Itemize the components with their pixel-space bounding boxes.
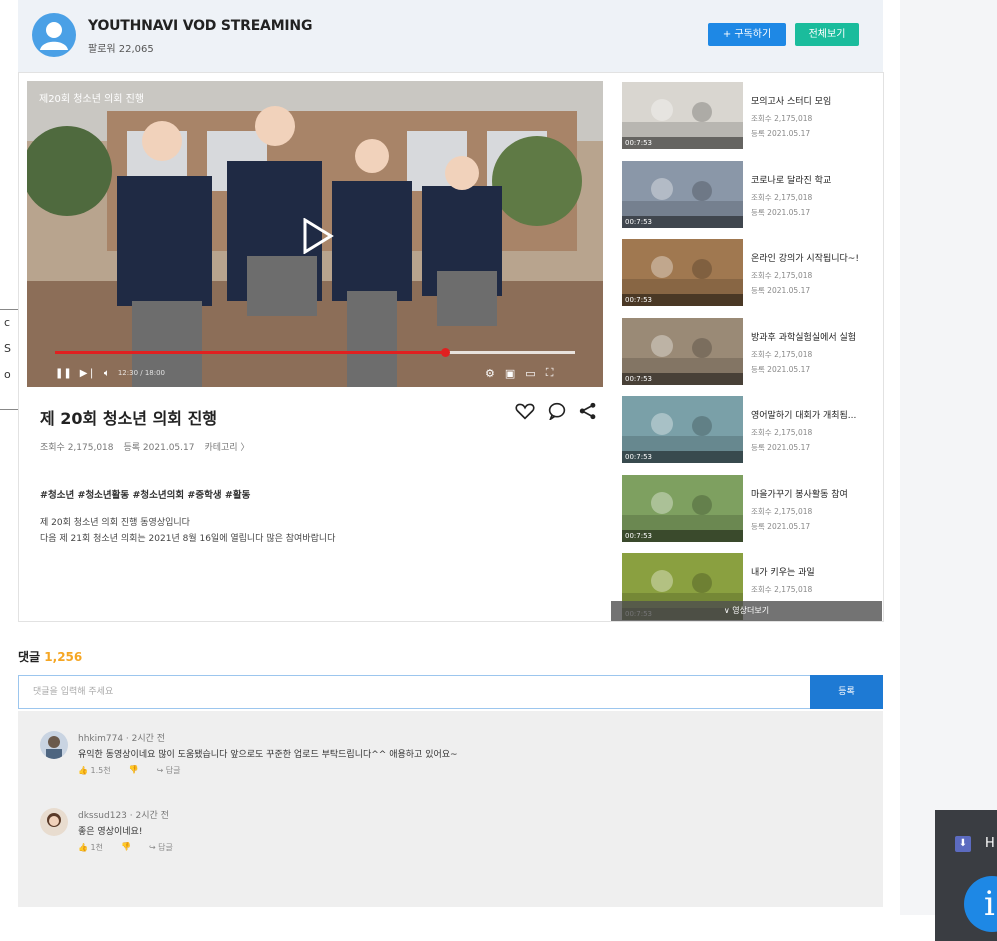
playlist-item-title[interactable]: 영어말하기 대회가 개최됨... (751, 408, 856, 421)
comment-actions: 👍 1.5천 👎 ↪ 답글 (78, 765, 181, 776)
video-actions (515, 402, 597, 420)
playlist-item-views: 조회수 2,175,018 (751, 114, 813, 123)
download-icon: ⬇ (955, 836, 971, 852)
playlist-item-title[interactable]: 모의고사 스터디 모임 (751, 94, 831, 107)
playlist-item[interactable]: 00:7:53 모의고사 스터디 모임조회수 2,175,018 등록 2021.0… (620, 80, 882, 152)
comment-input[interactable]: 댓글을 입력해 주세요 (18, 675, 810, 709)
upload-date: 등록 2021.05.17 (123, 443, 195, 453)
seek-bar[interactable] (55, 348, 575, 357)
download-toast[interactable]: ⬇ H i (935, 810, 997, 941)
playlist-thumbnail[interactable]: 00:7:53 (622, 317, 743, 385)
commenter-avatar (40, 731, 68, 759)
toast-text: H (985, 836, 995, 851)
playlist-item-date: 등록 2021.05.17 (751, 129, 811, 138)
hashtags[interactable]: #청소년 #청소년활동 #청소년의회 #중학생 #활동 (40, 487, 250, 501)
comment-reply-button[interactable]: ↪ 답글 (149, 842, 173, 853)
comment-count: 1,256 (44, 650, 83, 664)
playlist-item[interactable]: 00:7:53 방과후 과학실험실에서 실험조회수 2,175,018 등록 202… (620, 316, 882, 388)
playlist-item[interactable]: 00:7:53 코로나로 달라진 학교조회수 2,175,018 등록 2021.0… (620, 159, 882, 231)
seek-bar-handle[interactable] (441, 348, 450, 357)
playlist-thumbnail[interactable]: 00:7:53 (622, 82, 743, 149)
channel-avatar-icon (32, 13, 76, 57)
comment-dislike-button[interactable]: 👎 (129, 765, 139, 776)
time-display: 12:30 / 18:00 (117, 369, 165, 377)
category-link[interactable]: 카테고리 〉 (204, 440, 249, 453)
comment-dislike-button[interactable]: 👎 (121, 842, 131, 853)
share-icon[interactable] (579, 402, 597, 420)
video-player[interactable]: 제20회 청소년 의회 진행 ❚❚ ▶❘ 🔈︎ 12:30 / 18:00 ⚙ … (27, 81, 603, 387)
comment-actions: 👍 1천 👎 ↪ 답글 (78, 842, 173, 853)
playlist-item-title[interactable]: 방과후 과학실험실에서 실험 (751, 330, 856, 343)
playlist-item[interactable]: 00:7:53 영어말하기 대회가 개최됨... 조회수 2,175,018 등록 2… (620, 394, 882, 466)
video-duration: 00:7:53 (622, 137, 743, 149)
comment-like-button[interactable]: 👍 1천 (78, 842, 103, 853)
video-title: 제 20회 청소년 의회 진행 (40, 409, 218, 428)
playlist-item-views: 조회수 2,175,018 (751, 271, 813, 280)
comment-text: 좋은 영상이네요! (78, 827, 143, 837)
play-icon[interactable] (299, 217, 335, 255)
volume-icon[interactable]: 🔈︎ (104, 368, 110, 379)
comment-submit-button[interactable]: 등록 (810, 675, 883, 709)
follower-count: 팔로워 22,065 (88, 44, 154, 55)
player-controls-right: ⚙ ▣ ▭ ⛶ (485, 365, 553, 381)
description-line: 제 20회 청소년 의회 진행 동영상입니다 (40, 518, 190, 528)
playlist-item-date: 등록 2021.05.17 (751, 443, 811, 452)
comment-label: 댓글 (18, 650, 41, 664)
playlist-thumbnail[interactable]: 00:7:53 (622, 239, 743, 306)
playlist-item-date: 등록 2021.05.17 (751, 286, 811, 295)
player-controls-left: ❚❚ ▶❘ 🔈︎ 12:30 / 18:00 (55, 365, 165, 381)
playlist-item-title[interactable]: 마을가꾸기 봉사활동 참여 (751, 487, 848, 500)
playlist-item-date: 등록 2021.05.17 (751, 364, 811, 374)
comment-author[interactable]: hhkim774 · 2시간 전 (78, 731, 165, 744)
miniplayer-icon[interactable]: ▣ (505, 367, 515, 380)
comment-text: 유익한 동영상이네요 많이 도움됐습니다 앞으로도 꾸준한 업로드 부탁드립니다… (78, 750, 458, 760)
channel-header: YOUTHNAVI VOD STREAMING 팔로워 22,065 + 구독하… (18, 0, 883, 73)
playlist-item-title[interactable]: 코로나로 달라진 학교 (751, 173, 831, 186)
view-all-button[interactable]: 전체보기 (795, 23, 859, 46)
comment-header: 댓글 1,256 (18, 648, 82, 665)
playlist-item-views: 조회수 2,175,018 (751, 428, 813, 437)
playlist-thumbnail[interactable]: 00:7:53 (622, 474, 743, 542)
video-duration: 00:7:53 (622, 529, 743, 542)
right-side-panel (900, 0, 997, 915)
comment-author[interactable]: dkssud123 · 2시간 전 (78, 808, 169, 821)
more-videos-button[interactable]: ∨ 영상더보기 (611, 601, 882, 621)
playlist-item-views: 조회수 2,175,018 (751, 349, 813, 359)
playlist-item-date: 등록 2021.05.17 (751, 207, 811, 217)
video-meta: 조회수 2,175,018 등록 2021.05.17 카테고리 〉 (40, 440, 249, 453)
playlist-item-views: 조회수 2,175,018 (751, 585, 813, 594)
view-count: 조회수 2,175,018 (40, 443, 114, 453)
info-icon[interactable]: i (964, 876, 997, 932)
settings-icon[interactable]: ⚙ (485, 367, 495, 380)
playlist-item-title[interactable]: 내가 키우는 과일 (751, 565, 815, 578)
playlist-thumbnail[interactable]: 00:7:53 (622, 160, 743, 228)
comment-list: hhkim774 · 2시간 전 유익한 동영상이네요 많이 도움됐습니다 앞으… (18, 711, 883, 907)
commenter-avatar (40, 808, 68, 836)
playlist-item[interactable]: 00:7:53 마을가꾸기 봉사활동 참여조회수 2,175,018 등록 2021… (620, 473, 882, 545)
description-line: 다음 제 21회 청소년 의회는 2021년 8월 16일에 열립니다 많은 참… (40, 534, 336, 544)
video-duration: 00:7:53 (622, 294, 743, 306)
video-duration: 00:7:53 (622, 451, 743, 463)
video-duration: 00:7:53 (622, 372, 743, 385)
comment-icon[interactable] (547, 402, 567, 420)
channel-name: YOUTHNAVI VOD STREAMING (88, 18, 313, 34)
fullscreen-icon[interactable]: ⛶ (546, 366, 554, 380)
playlist-thumbnail[interactable]: 00:7:53 (622, 396, 743, 463)
comment-like-button[interactable]: 👍 1.5천 (78, 765, 111, 776)
playlist-item-title[interactable]: 온라인 강의가 시작됩니다~! (751, 251, 859, 264)
subscribe-button[interactable]: + 구독하기 (708, 23, 786, 46)
like-heart-icon[interactable] (515, 402, 535, 420)
pause-icon[interactable]: ❚❚ (55, 368, 72, 379)
playlist-item[interactable]: 00:7:53 온라인 강의가 시작됩니다~! 조회수 2,175,018 등록 20… (620, 237, 882, 309)
video-overlay-title: 제20회 청소년 의회 진행 (39, 94, 145, 105)
video-description: 제 20회 청소년 의회 진행 동영상입니다 다음 제 21회 청소년 의회는 … (40, 515, 335, 547)
playlist-item-views: 조회수 2,175,018 (751, 506, 813, 516)
playlist-item-date: 등록 2021.05.17 (751, 521, 811, 531)
playlist-item-views: 조회수 2,175,018 (751, 192, 813, 202)
video-duration: 00:7:53 (622, 215, 743, 228)
next-icon[interactable]: ▶❘ (80, 368, 96, 379)
theater-mode-icon[interactable]: ▭ (525, 367, 535, 380)
seek-bar-fill (55, 351, 445, 354)
comment-reply-button[interactable]: ↪ 답글 (157, 765, 181, 776)
